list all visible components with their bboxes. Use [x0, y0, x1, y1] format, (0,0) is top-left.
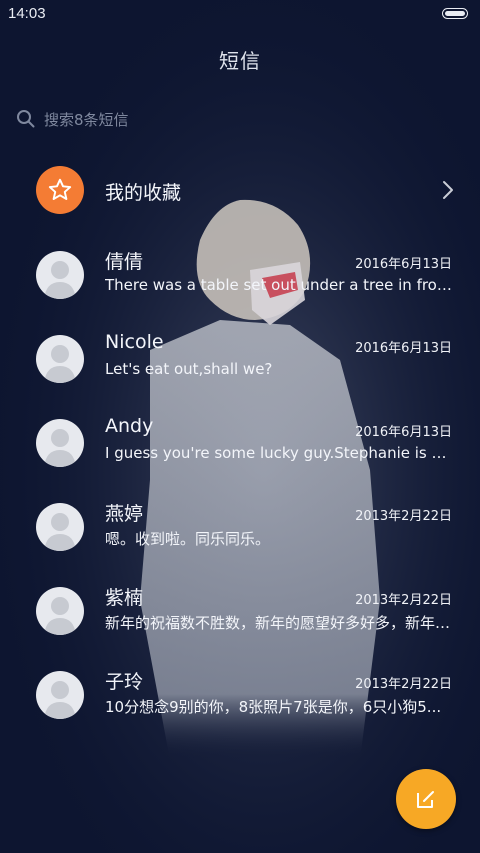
page-title: 短信	[219, 49, 261, 73]
chevron-right-icon	[443, 181, 453, 199]
message-date: 2013年2月22日	[355, 677, 452, 692]
conversation-row[interactable]: 燕婷 2013年2月22日 嗯。收到啦。同乐同乐。	[0, 489, 480, 573]
contact-name: 倩倩	[105, 251, 144, 273]
conversation-row[interactable]: 倩倩 2016年6月13日 There was a table set out …	[0, 237, 480, 321]
default-avatar-icon	[36, 587, 84, 635]
message-preview: 新年的祝福数不胜数，新年的愿望好多好多，新年快乐...	[105, 614, 455, 632]
battery-icon	[442, 8, 468, 19]
compose-button[interactable]	[396, 769, 456, 829]
contact-name: 子玲	[105, 671, 144, 693]
default-avatar-icon	[36, 251, 84, 299]
favorites-label: 我的收藏	[105, 182, 182, 204]
star-icon	[48, 178, 72, 200]
default-avatar-icon	[36, 335, 84, 383]
conversation-row[interactable]: Andy 2016年6月13日 I guess you're some luck…	[0, 405, 480, 489]
message-date: 2013年2月22日	[355, 593, 452, 608]
message-date: 2016年6月13日	[355, 257, 452, 272]
contact-name: Nicole	[105, 331, 164, 353]
default-avatar-icon	[36, 419, 84, 467]
message-preview: Let's eat out,shall we?	[105, 360, 273, 378]
favorites-row[interactable]: 我的收藏	[0, 152, 480, 236]
conversation-row[interactable]: 子玲 2013年2月22日 10分想念9别的你，8张照片7张是你，6只小狗5..…	[0, 657, 480, 741]
contact-name: 紫楠	[105, 587, 144, 609]
contact-name: Andy	[105, 415, 154, 437]
status-bar: 14:03	[0, 0, 480, 28]
default-avatar-icon	[36, 503, 84, 551]
conversation-row[interactable]: 紫楠 2013年2月22日 新年的祝福数不胜数，新年的愿望好多好多，新年快乐..…	[0, 573, 480, 657]
message-preview: I guess you're some lucky guy.Stephanie …	[105, 444, 455, 462]
search-placeholder: 搜索8条短信	[44, 110, 129, 129]
status-time: 14:03	[8, 5, 46, 22]
compose-icon	[417, 791, 434, 808]
message-date: 2016年6月13日	[355, 341, 452, 356]
message-preview: 嗯。收到啦。同乐同乐。	[105, 530, 271, 548]
search-icon	[17, 110, 35, 128]
favorites-avatar	[36, 166, 84, 214]
message-date: 2016年6月13日	[355, 425, 452, 440]
message-preview: 10分想念9别的你，8张照片7张是你，6只小狗5...	[105, 698, 442, 716]
conversation-row[interactable]: Nicole 2016年6月13日 Let's eat out,shall we…	[0, 321, 480, 405]
search-bar[interactable]: 搜索8条短信	[16, 104, 456, 134]
message-preview: There was a table set out under a tree i…	[105, 276, 455, 294]
default-avatar-icon	[36, 671, 84, 719]
contact-name: 燕婷	[105, 503, 144, 525]
message-date: 2013年2月22日	[355, 509, 452, 524]
